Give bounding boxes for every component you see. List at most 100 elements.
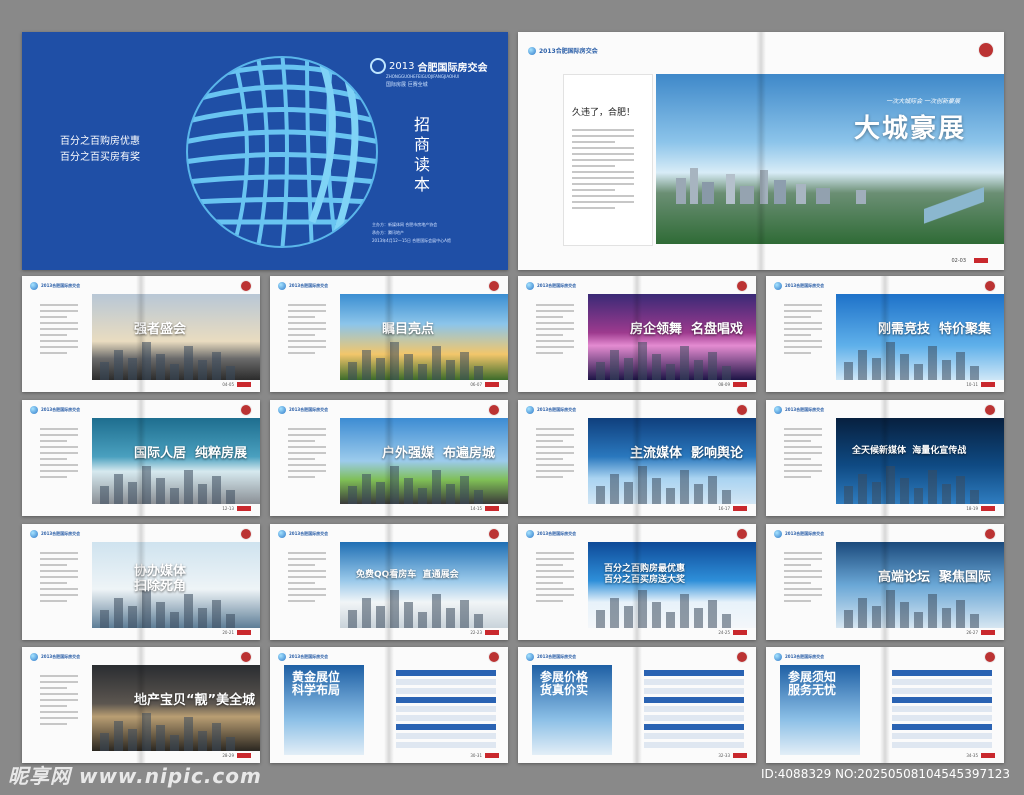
text-line xyxy=(536,340,574,342)
text-line xyxy=(784,346,822,348)
text-line xyxy=(40,310,78,312)
text-line xyxy=(288,552,326,554)
text-line xyxy=(784,476,811,478)
info-table xyxy=(644,667,744,748)
text-line xyxy=(40,470,78,472)
text-line xyxy=(536,434,574,436)
spread-34-35[interactable]: 2013合肥国际房交会 参展须知 服务无忧 34-35 xyxy=(766,647,1004,763)
skyline xyxy=(340,589,508,628)
logo-year: 2013 xyxy=(389,60,415,72)
page-tag xyxy=(733,382,747,387)
logo-icon xyxy=(526,653,534,661)
vertical-title: 招商读本 xyxy=(411,116,430,196)
spread-logo: 2013合肥国际房交会 xyxy=(278,530,328,538)
text-line xyxy=(784,328,822,330)
skyline xyxy=(92,465,260,504)
corner-emblem-icon xyxy=(240,280,252,292)
text-line xyxy=(288,434,326,436)
table-row xyxy=(892,697,992,703)
table-row xyxy=(396,742,496,748)
page-number: 28-29 xyxy=(222,753,234,758)
text-line xyxy=(40,558,78,560)
table-row xyxy=(396,724,496,730)
text-column xyxy=(536,424,574,482)
fold-shadow xyxy=(632,400,642,516)
text-line xyxy=(536,570,574,572)
text-column xyxy=(536,548,574,606)
skyline xyxy=(836,465,1004,504)
text-line xyxy=(784,304,822,306)
text-line xyxy=(40,717,78,719)
text-line xyxy=(40,346,78,348)
spread-24-25[interactable]: 2013合肥国际房交会 百分之百购房最优惠 百分之百买房送大奖 24-25 xyxy=(518,524,756,640)
page-tag xyxy=(974,258,988,263)
spread-26-27[interactable]: 2013合肥国际房交会 高端论坛 聚焦国际 26-27 xyxy=(766,524,1004,640)
spread-title: 主流媒体 影响舆论 xyxy=(630,446,744,461)
text-line xyxy=(288,340,326,342)
text-line xyxy=(288,446,326,448)
text-line xyxy=(536,582,563,584)
intro-hero-photo: 一次大城际会 一次创新豪展 大城豪展 xyxy=(656,74,1004,244)
spread-logo: 2013合肥国际房交会 xyxy=(526,282,576,290)
spread-photo xyxy=(836,294,1004,380)
spread-04-05[interactable]: 2013合肥国际房交会 强者盛会 04-05 xyxy=(22,276,260,392)
spread-photo xyxy=(836,542,1004,628)
logo-icon xyxy=(278,282,286,290)
intro-spread[interactable]: 2013合肥国际房交会 久违了，合肥！ 一次大城际会 一次创新豪展 大城豪展 0… xyxy=(518,32,1004,270)
spread-06-07[interactable]: 2013合肥国际房交会 瞩目亮点 06-07 xyxy=(270,276,508,392)
table-row xyxy=(644,697,744,703)
spread-logo: 2013合肥国际房交会 xyxy=(774,406,824,414)
text-line xyxy=(536,558,574,560)
text-line xyxy=(40,723,67,725)
text-line xyxy=(784,600,811,602)
table-row xyxy=(892,688,992,694)
corner-emblem-icon xyxy=(240,651,252,663)
text-line xyxy=(40,699,78,701)
table-row xyxy=(396,715,496,721)
logo-icon xyxy=(30,406,38,414)
cover-spread[interactable]: 百分之百购房优惠 百分之百买房有奖 2013 合肥国际房交会 ZHONGGUOH… xyxy=(22,32,508,270)
table-row xyxy=(892,724,992,730)
text-column xyxy=(40,671,78,729)
spread-logo: 2013合肥国际房交会 xyxy=(774,530,824,538)
text-column xyxy=(784,424,822,482)
text-line xyxy=(784,564,811,566)
text-column xyxy=(40,548,78,606)
spread-10-11[interactable]: 2013合肥国际房交会 刚需竞技 特价聚集 10-11 xyxy=(766,276,1004,392)
page-tag xyxy=(485,382,499,387)
text-line xyxy=(536,322,574,324)
text-line xyxy=(784,594,822,596)
spread-22-23[interactable]: 2013合肥国际房交会 免费QQ看房车 直通展会 22-23 xyxy=(270,524,508,640)
spread-logo: 2013合肥国际房交会 xyxy=(526,653,576,661)
text-line xyxy=(40,552,78,554)
page-tag xyxy=(237,506,251,511)
logo-icon xyxy=(528,46,536,55)
spread-28-29[interactable]: 2013合肥国际房交会 地产宝贝“靓”美全城 28-29 xyxy=(22,647,260,763)
spread-30-31[interactable]: 2013合肥国际房交会 黄金展位 科学布局 30-31 xyxy=(270,647,508,763)
skyline xyxy=(588,465,756,504)
text-line xyxy=(536,564,563,566)
logo-text: 2013合肥国际房交会 xyxy=(289,407,329,412)
spread-20-21[interactable]: 2013合肥国际房交会 协办媒体 扫除死角 20-21 xyxy=(22,524,260,640)
spread-logo: 2013合肥国际房交会 xyxy=(30,406,80,414)
spread-32-33[interactable]: 2013合肥国际房交会 参展价格 货真价实 32-33 xyxy=(518,647,756,763)
text-line xyxy=(784,588,822,590)
spread-14-15[interactable]: 2013合肥国际房交会 户外强媒 布遍房城 14-15 xyxy=(270,400,508,516)
logo-icon xyxy=(526,282,534,290)
fold-shadow xyxy=(384,400,394,516)
page-tag xyxy=(733,506,747,511)
spread-12-13[interactable]: 2013合肥国际房交会 国际人居 纯粹房展 12-13 xyxy=(22,400,260,516)
text-line xyxy=(40,322,78,324)
info-table xyxy=(396,667,496,748)
text-line xyxy=(288,334,315,336)
spread-18-19[interactable]: 2013合肥国际房交会 全天候新媒体 海量化宣传战 18-19 xyxy=(766,400,1004,516)
spread-title: 高端论坛 聚焦国际 xyxy=(878,570,992,585)
corner-emblem-icon xyxy=(488,280,500,292)
spread-08-09[interactable]: 2013合肥国际房交会 房企领舞 名盘唱戏 08-09 xyxy=(518,276,756,392)
spread-16-17[interactable]: 2013合肥国际房交会 主流媒体 影响舆论 16-17 xyxy=(518,400,756,516)
logo-title: 合肥国际房交会 xyxy=(417,62,488,74)
table-row xyxy=(892,715,992,721)
intro-big-title: 大城豪展 xyxy=(853,114,966,144)
page-tag xyxy=(981,753,995,758)
skyline xyxy=(588,589,756,628)
